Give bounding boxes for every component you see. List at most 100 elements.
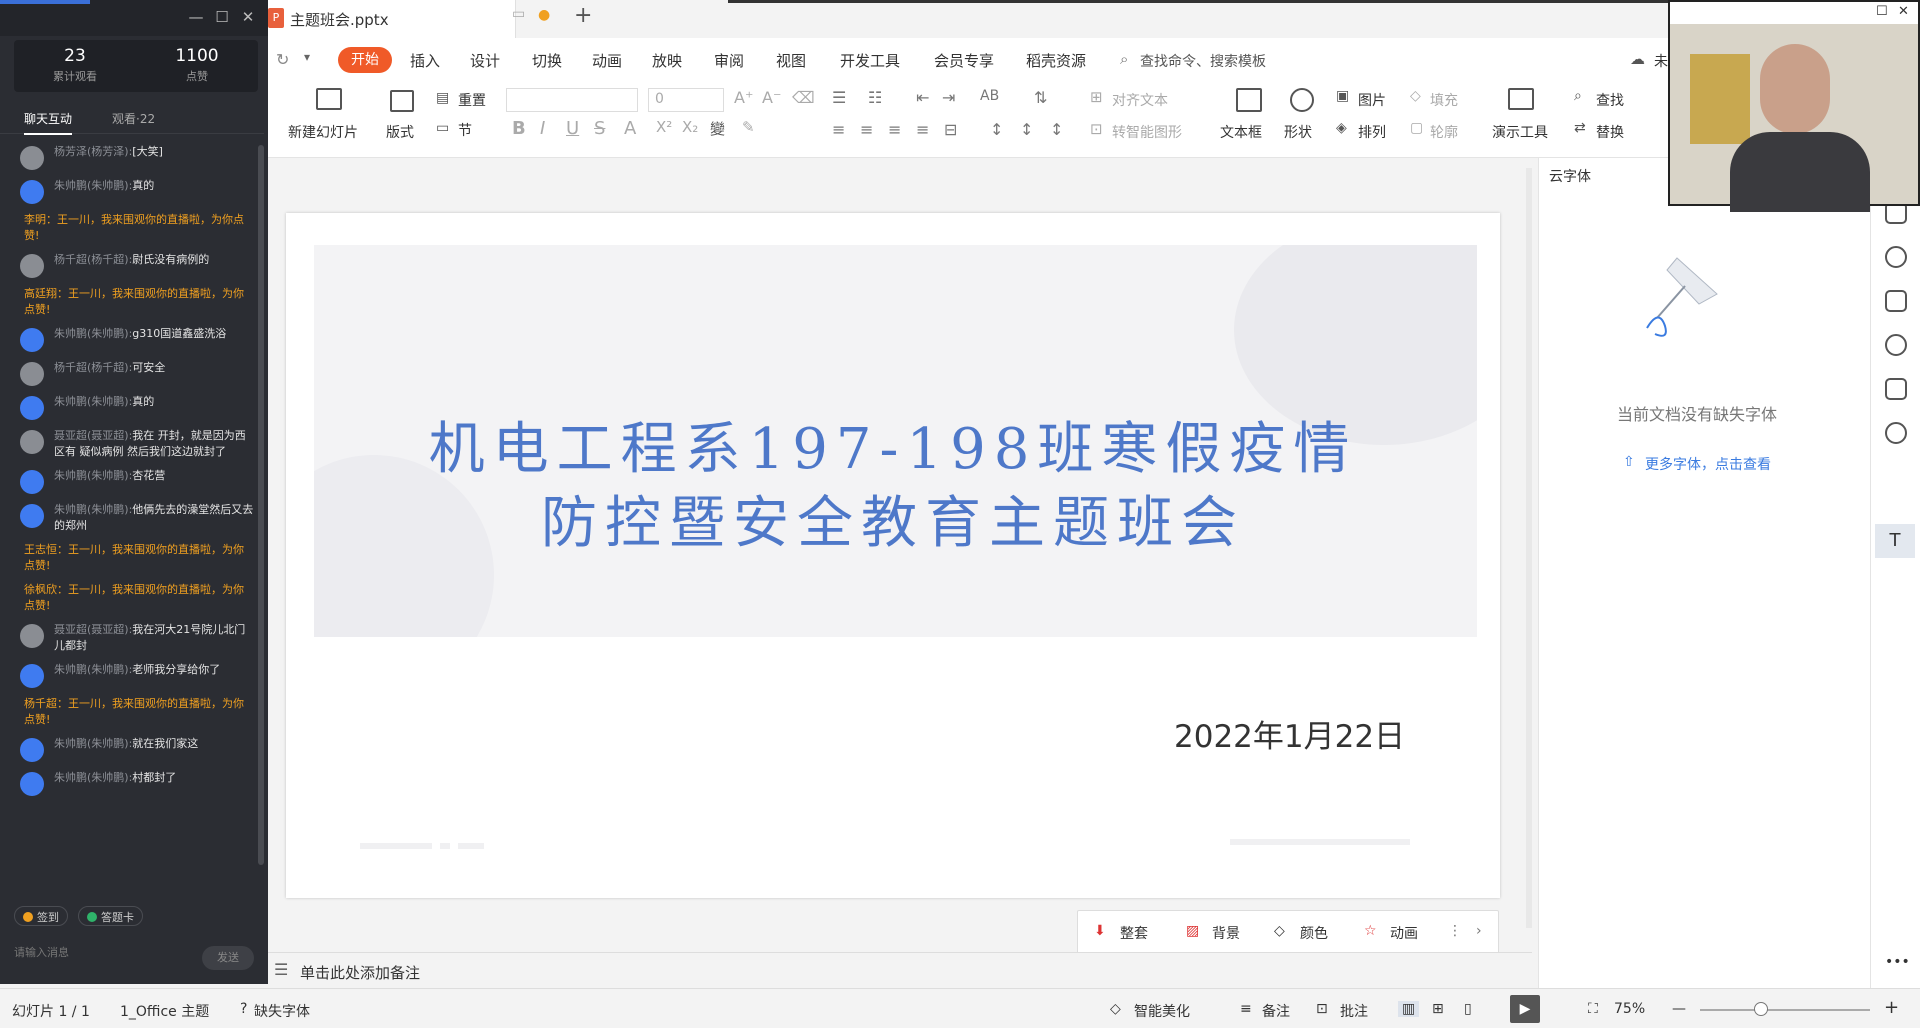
font-family-select[interactable] — [506, 88, 638, 112]
document-tab[interactable]: P 主题班会.pptx ▭ ● — [268, 0, 550, 38]
phonetic-icon[interactable]: 變 — [710, 118, 725, 139]
checkin-button[interactable]: 签到 — [14, 906, 68, 926]
arrange-button[interactable]: 排列 — [1358, 122, 1386, 142]
animation-button[interactable]: 动画 — [1390, 923, 1418, 943]
fill-button[interactable]: 填充 — [1430, 90, 1458, 110]
distribute-icon[interactable]: ⊟ — [944, 120, 957, 139]
help-icon[interactable] — [1885, 334, 1907, 356]
avatar[interactable] — [20, 180, 44, 204]
tab-developer[interactable]: 开发工具 — [840, 50, 900, 71]
quick-access-dropdown-icon[interactable]: ▾ — [304, 50, 310, 64]
outline-button[interactable]: 轮廓 — [1430, 122, 1458, 142]
avatar[interactable] — [20, 738, 44, 762]
background-button[interactable]: 背景 — [1212, 923, 1240, 943]
tab-slideshow[interactable]: 放映 — [652, 50, 682, 71]
template-set-button[interactable]: 整套 — [1120, 923, 1148, 943]
cloud-icon[interactable]: ☁ — [1630, 50, 1645, 68]
bold-icon[interactable]: B — [512, 118, 526, 139]
fit-window-icon[interactable]: ⛶ — [1588, 1001, 1598, 1017]
textbox-button[interactable]: 文本框 — [1220, 122, 1262, 142]
clear-format-icon[interactable]: ⌫ — [792, 88, 815, 107]
underline-icon[interactable]: U — [566, 118, 579, 139]
subscript-icon[interactable]: X₂ — [682, 118, 698, 136]
highlight-icon[interactable]: ✎ — [742, 118, 755, 136]
comment-button[interactable]: 批注 — [1340, 1001, 1368, 1021]
spacing-dropdown-icon[interactable]: ↕ — [1050, 120, 1063, 139]
more-icon[interactable]: ⋮ — [1448, 923, 1462, 939]
avatar[interactable] — [20, 504, 44, 528]
new-slide-button[interactable]: 新建幻灯片 — [288, 122, 358, 142]
grow-font-icon[interactable]: A⁺ — [734, 88, 753, 107]
copy-icon[interactable] — [1885, 290, 1907, 312]
align-center-icon[interactable]: ≡ — [860, 120, 873, 139]
play-slideshow-button[interactable]: ▶ — [1510, 995, 1540, 1023]
screen-icon[interactable]: ▭ — [512, 6, 525, 22]
align-text-button[interactable]: 对齐文本 — [1112, 90, 1168, 110]
more-options-icon[interactable]: ••• — [1885, 954, 1910, 970]
tab-view[interactable]: 视图 — [776, 50, 806, 71]
chat-message-list[interactable]: 杨芳泽(杨芳泽):[大笑] 朱帅鹏(朱帅鹏):真的 李明：王一川，我来围观你的直播啦… — [0, 140, 264, 888]
slide-title[interactable]: 机电工程系197-198班寒假疫情 防控暨安全教育主题班会 — [286, 413, 1500, 561]
slide-date[interactable]: 2022年1月22日 — [1174, 711, 1405, 756]
italic-icon[interactable]: I — [540, 118, 545, 139]
indent-icon[interactable]: ⇥ — [942, 88, 955, 107]
outdent-icon[interactable]: ⇤ — [916, 88, 929, 107]
picture-button[interactable]: 图片 — [1358, 90, 1386, 110]
font-panel-icon[interactable]: T — [1875, 524, 1915, 558]
zoom-out-icon[interactable]: — — [1672, 1001, 1686, 1017]
new-tab-button[interactable]: + — [574, 3, 592, 28]
close-icon[interactable]: ✕ — [238, 8, 258, 26]
find-button[interactable]: 查找 — [1596, 90, 1624, 110]
avatar[interactable] — [20, 328, 44, 352]
normal-view-icon[interactable]: ▥ — [1398, 1001, 1420, 1017]
zoom-in-icon[interactable]: + — [1884, 997, 1899, 1018]
chat-input[interactable]: 请输入消息 — [14, 944, 69, 960]
notes-placeholder[interactable]: 单击此处添加备注 — [300, 962, 420, 983]
numbered-list-icon[interactable]: ☷ — [868, 88, 882, 107]
zoom-level[interactable]: 75% — [1614, 1001, 1645, 1017]
shrink-font-icon[interactable]: A⁻ — [762, 88, 781, 107]
bullet-list-icon[interactable]: ☰ — [832, 88, 846, 107]
star-icon[interactable] — [1885, 246, 1907, 268]
justify-icon[interactable]: ≡ — [916, 120, 929, 139]
avatar[interactable] — [20, 624, 44, 648]
command-search[interactable]: 查找命令、搜索模板 — [1140, 51, 1266, 71]
canvas-scrollbar[interactable] — [1526, 168, 1532, 928]
more-fonts-link[interactable]: 更多字体，点击查看 — [1645, 454, 1771, 474]
shirt-icon[interactable] — [1885, 378, 1907, 400]
tab-animation[interactable]: 动画 — [592, 50, 622, 71]
tab-review[interactable]: 审阅 — [714, 50, 744, 71]
avatar[interactable] — [20, 664, 44, 688]
sort-icon[interactable]: ⇅ — [1034, 88, 1047, 107]
zoom-slider-thumb[interactable] — [1754, 1002, 1768, 1016]
chevron-right-icon[interactable]: › — [1476, 923, 1482, 939]
tab-start[interactable]: 开始 — [338, 47, 392, 73]
text-direction-icon[interactable]: AB — [980, 88, 999, 104]
webcam-maximize-icon[interactable]: ☐ — [1876, 4, 1888, 19]
answer-card-button[interactable]: 答题卡 — [78, 906, 143, 926]
shape-button[interactable]: 形状 — [1284, 122, 1312, 142]
smart-art-button[interactable]: 转智能图形 — [1112, 122, 1182, 142]
tab-docer[interactable]: 稻壳资源 — [1026, 50, 1086, 71]
tab-insert[interactable]: 插入 — [410, 50, 440, 71]
zoom-slider[interactable] — [1700, 1009, 1870, 1011]
tab-transition[interactable]: 切换 — [532, 50, 562, 71]
slide[interactable]: 机电工程系197-198班寒假疫情 防控暨安全教育主题班会 2022年1月22日 — [286, 213, 1500, 898]
tab-viewers[interactable]: 观看·22 — [112, 110, 155, 127]
reset-button[interactable]: 重置 — [458, 90, 486, 110]
tab-chat[interactable]: 聊天互动 — [24, 110, 73, 135]
avatar[interactable] — [20, 254, 44, 278]
bolt-icon[interactable] — [1885, 422, 1907, 444]
send-button[interactable]: 发送 — [202, 946, 254, 970]
missing-font-button[interactable]: 缺失字体 — [254, 1001, 310, 1021]
avatar[interactable] — [20, 396, 44, 420]
redo-icon[interactable]: ↻ — [276, 50, 289, 69]
beautify-button[interactable]: 智能美化 — [1134, 1001, 1190, 1021]
strikethrough-icon[interactable]: S — [594, 118, 605, 139]
webcam-close-icon[interactable]: ✕ — [1898, 4, 1909, 19]
section-button[interactable]: 节 — [458, 120, 472, 140]
font-color-icon[interactable]: A — [624, 118, 636, 139]
avatar[interactable] — [20, 146, 44, 170]
tab-design[interactable]: 设计 — [470, 50, 500, 71]
replace-button[interactable]: 替换 — [1596, 122, 1624, 142]
